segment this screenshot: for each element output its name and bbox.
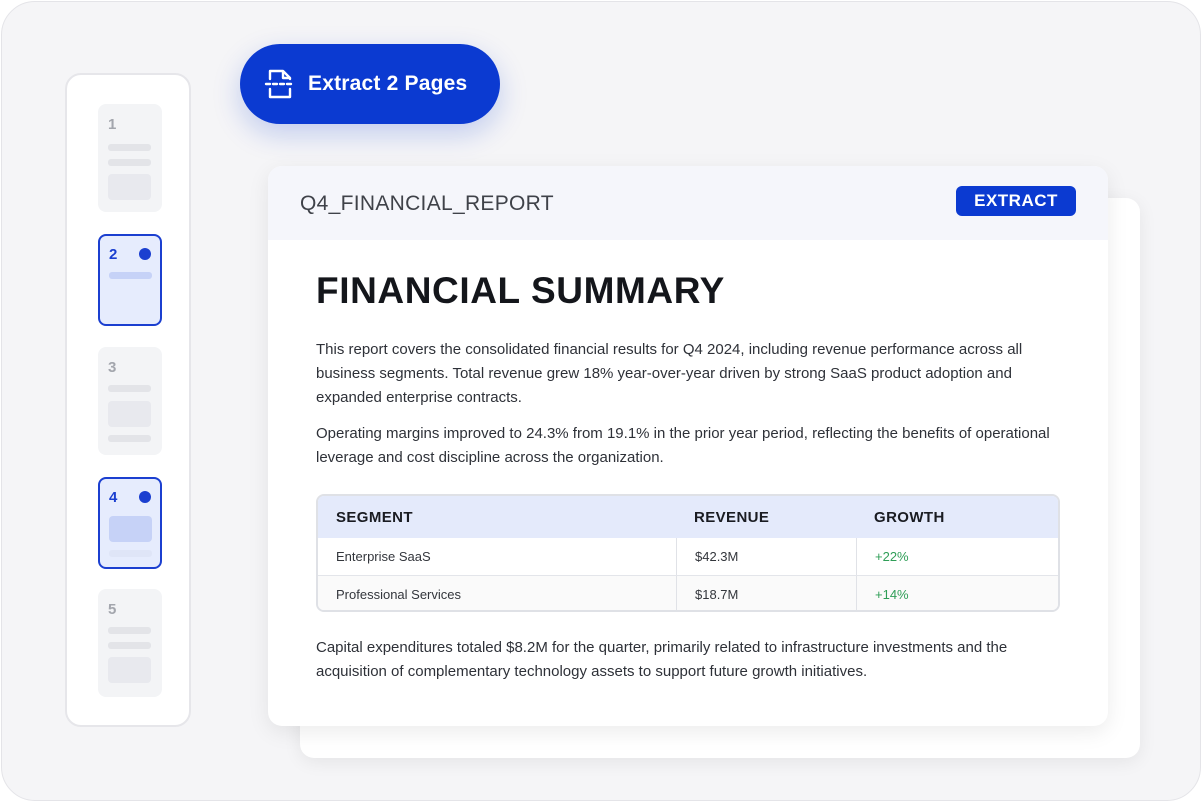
paragraph-intro: This report covers the consolidated fina…	[316, 341, 1023, 406]
extract-pages-label: Extract 2 Pages	[308, 72, 468, 95]
thumb-line	[109, 272, 152, 279]
thumb-line	[109, 550, 152, 557]
document-title: FINANCIAL SUMMARY	[316, 270, 725, 311]
table-row: Professional Services $18.7M +14%	[318, 576, 1058, 610]
page-number: 1	[108, 116, 117, 133]
document-header: Q4_FINANCIAL_REPORT EXTRACT	[268, 166, 1108, 240]
page-thumbnail-3[interactable]: 3	[98, 347, 162, 455]
page-thumbnail-4[interactable]: 4	[98, 477, 162, 569]
page-thumbnail-1[interactable]: 1	[98, 104, 162, 212]
page-sidebar: 1 2 3 4 5	[65, 73, 191, 727]
header-segment: SEGMENT	[336, 508, 413, 526]
thumb-line	[108, 159, 151, 166]
cell-revenue: $18.7M	[676, 576, 856, 610]
thumb-line	[108, 144, 151, 151]
paragraph-capex: Capital expenditures totaled $8.2M for t…	[316, 639, 1008, 680]
table-row: Enterprise SaaS $42.3M +22%	[318, 538, 1058, 576]
cell-segment: Professional Services	[336, 587, 461, 602]
header-growth: GROWTH	[874, 508, 945, 526]
header-revenue: REVENUE	[694, 508, 770, 526]
selected-dot-icon	[139, 491, 151, 503]
extract-badge[interactable]: EXTRACT	[956, 186, 1076, 216]
thumb-block	[108, 174, 151, 200]
thumb-line	[108, 642, 151, 649]
cell-growth: +22%	[856, 538, 1058, 575]
app-frame: 1 2 3 4 5 Extract 2 Pages Q4_FINANCIAL_R…	[1, 1, 1201, 801]
extract-pages-button[interactable]: Extract 2 Pages	[240, 44, 500, 124]
thumb-line	[108, 627, 151, 634]
thumb-line	[108, 385, 151, 392]
cell-growth: +14%	[856, 576, 1058, 610]
cell-revenue: $42.3M	[676, 538, 856, 575]
page-thumbnail-2[interactable]: 2	[98, 234, 162, 326]
page-number: 5	[108, 601, 117, 618]
thumb-block	[108, 657, 151, 683]
cell-segment: Enterprise SaaS	[336, 549, 431, 564]
extract-document-icon	[264, 69, 296, 99]
page-thumbnail-5[interactable]: 5	[98, 589, 162, 697]
document-preview: Q4_FINANCIAL_REPORT EXTRACT FINANCIAL SU…	[268, 166, 1108, 726]
thumb-line	[108, 435, 151, 442]
table-header-row: SEGMENT REVENUE GROWTH	[318, 496, 1058, 539]
paragraph-margins: Operating margins improved to 24.3% from…	[316, 425, 1050, 466]
page-number: 2	[109, 246, 118, 263]
page-number: 4	[109, 489, 118, 506]
thumb-block	[108, 401, 151, 427]
document-filename: Q4_FINANCIAL_REPORT	[300, 192, 554, 215]
page-number: 3	[108, 359, 117, 376]
segment-table: SEGMENT REVENUE GROWTH Enterprise SaaS $…	[316, 494, 1060, 612]
selected-dot-icon	[139, 248, 151, 260]
thumb-block	[109, 516, 152, 542]
